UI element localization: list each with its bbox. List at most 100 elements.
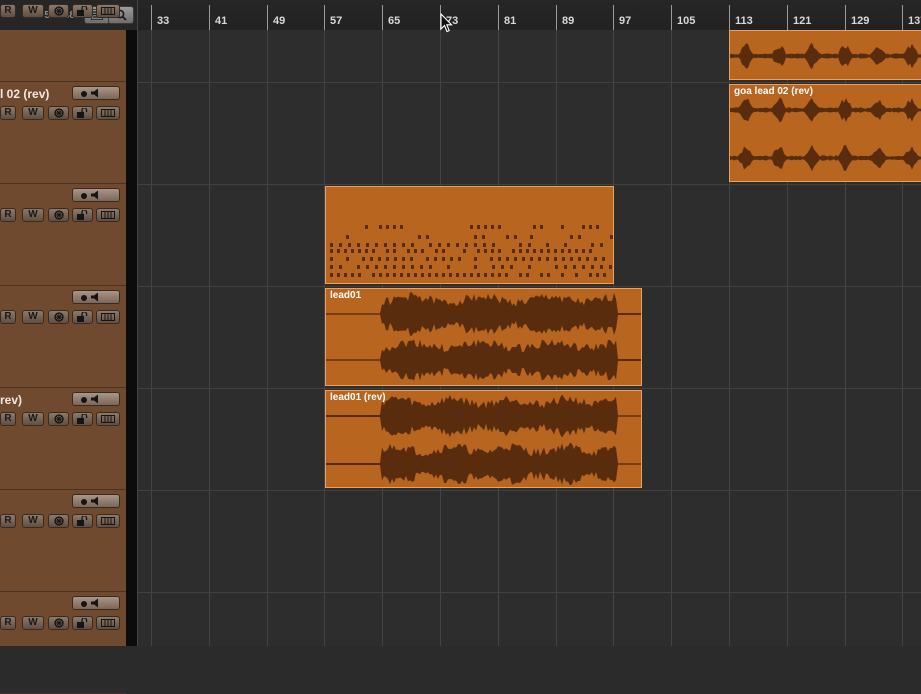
- grid-line: [671, 30, 672, 646]
- grid-line: [209, 30, 210, 646]
- read-automation-button[interactable]: R: [0, 514, 16, 528]
- track-header[interactable]: rev) R W: [0, 388, 126, 490]
- inserts-button[interactable]: [96, 208, 120, 222]
- record-enable-icon[interactable]: [81, 499, 87, 505]
- record-monitor-buttons[interactable]: [72, 188, 120, 202]
- read-automation-button[interactable]: R: [0, 4, 16, 18]
- write-automation-button[interactable]: W: [22, 4, 44, 18]
- read-automation-button[interactable]: R: [0, 106, 16, 120]
- inserts-button[interactable]: [96, 106, 120, 120]
- freeze-button[interactable]: [48, 514, 69, 528]
- monitor-speaker-icon[interactable]: [91, 88, 101, 98]
- write-automation-button[interactable]: W: [22, 106, 44, 120]
- record-monitor-buttons[interactable]: [72, 494, 120, 508]
- audio-region[interactable]: lead01 (rev): [325, 390, 642, 488]
- read-automation-button[interactable]: R: [0, 616, 16, 630]
- write-automation-button[interactable]: W: [22, 514, 44, 528]
- inserts-button[interactable]: [96, 310, 120, 324]
- monitor-speaker-icon[interactable]: [91, 394, 101, 404]
- read-automation-button[interactable]: R: [0, 412, 16, 426]
- region-name: lead01 (rev): [330, 392, 386, 403]
- lock-button[interactable]: [72, 208, 93, 222]
- monitor-speaker-icon[interactable]: [91, 292, 101, 302]
- record-enable-icon[interactable]: [81, 91, 87, 97]
- lane-divider: [138, 388, 921, 389]
- track-header[interactable]: RW: [0, 184, 126, 286]
- track-name[interactable]: l 02 (rev): [0, 87, 49, 101]
- track-header[interactable]: RW: [0, 490, 126, 592]
- write-automation-button[interactable]: W: [22, 412, 44, 426]
- record-monitor-buttons[interactable]: [72, 596, 120, 610]
- read-label: R: [4, 515, 12, 526]
- lock-button[interactable]: [72, 616, 93, 630]
- freeze-button[interactable]: [48, 106, 69, 120]
- freeze-icon: [53, 414, 64, 424]
- inserts-button[interactable]: [96, 616, 120, 630]
- arrange-area[interactable]: goa lead 02 (rev) lead01 lead01 (rev): [138, 30, 921, 646]
- track-header[interactable]: RW: [0, 0, 126, 82]
- track-header[interactable]: RW: [0, 592, 126, 694]
- lock-button[interactable]: [72, 514, 93, 528]
- inserts-button[interactable]: [96, 514, 120, 528]
- region-name: goa lead 02 (rev): [734, 86, 813, 97]
- inserts-button[interactable]: [96, 412, 120, 426]
- track-name[interactable]: rev): [0, 393, 22, 407]
- read-automation-button[interactable]: R: [0, 208, 16, 222]
- read-automation-button[interactable]: R: [0, 310, 16, 324]
- record-enable-icon[interactable]: [81, 193, 87, 199]
- ruler-tick: [613, 5, 614, 30]
- audio-waveform: [730, 42, 921, 70]
- lock-button[interactable]: [72, 412, 93, 426]
- audio-region[interactable]: goa lead 02 (rev): [729, 84, 921, 182]
- unlock-icon: [76, 312, 87, 322]
- record-enable-icon[interactable]: [81, 397, 87, 403]
- freeze-button[interactable]: [48, 208, 69, 222]
- ruler-bar-label: 81: [504, 15, 517, 27]
- monitor-speaker-icon[interactable]: [91, 496, 101, 506]
- lock-button[interactable]: [72, 106, 93, 120]
- inserts-button[interactable]: [96, 4, 120, 18]
- audio-waveform: [326, 394, 641, 486]
- freeze-button[interactable]: [48, 4, 69, 18]
- unlock-icon: [76, 108, 87, 118]
- audio-region[interactable]: lead01: [325, 288, 642, 386]
- unlock-icon: [76, 6, 87, 16]
- write-label: W: [28, 209, 38, 220]
- freeze-icon: [53, 312, 64, 322]
- record-monitor-buttons[interactable]: [72, 86, 120, 100]
- lock-button[interactable]: [72, 4, 93, 18]
- monitor-speaker-icon[interactable]: [91, 190, 101, 200]
- track-header[interactable]: l 02 (rev) R W: [0, 82, 126, 184]
- record-enable-icon[interactable]: [81, 295, 87, 301]
- ruler-bar-label: 113: [735, 15, 753, 27]
- ruler-bar-label: 97: [619, 15, 632, 27]
- lane-divider: [138, 286, 921, 287]
- ruler-tick: [498, 5, 499, 30]
- freeze-button[interactable]: [48, 616, 69, 630]
- lane-divider: [138, 82, 921, 83]
- lane-divider: [138, 592, 921, 593]
- track-header[interactable]: RW: [0, 286, 126, 388]
- record-enable-icon[interactable]: [81, 601, 87, 607]
- write-automation-button[interactable]: W: [22, 616, 44, 630]
- lock-button[interactable]: [72, 310, 93, 324]
- monitor-speaker-icon[interactable]: [91, 598, 101, 608]
- unlock-icon: [76, 618, 87, 628]
- ruler-bar-label: 57: [330, 15, 343, 27]
- freeze-icon: [53, 516, 64, 526]
- midi-region[interactable]: [325, 186, 614, 284]
- audio-waveform: [730, 97, 921, 172]
- write-automation-button[interactable]: W: [22, 310, 44, 324]
- write-automation-button[interactable]: W: [22, 208, 44, 222]
- audio-region[interactable]: [729, 30, 921, 80]
- ruler-tick: [556, 5, 557, 30]
- ruler-bar-label: 137: [908, 15, 921, 27]
- freeze-button[interactable]: [48, 412, 69, 426]
- track-list-divider[interactable]: [126, 30, 137, 646]
- bar-ruler[interactable]: 334149576573818997105113121129137: [138, 0, 921, 31]
- ruler-bar-label: 121: [793, 15, 812, 27]
- record-monitor-buttons[interactable]: [72, 290, 120, 304]
- freeze-button[interactable]: [48, 310, 69, 324]
- ruler-bar-label: 33: [157, 15, 170, 27]
- record-monitor-buttons[interactable]: [72, 392, 120, 406]
